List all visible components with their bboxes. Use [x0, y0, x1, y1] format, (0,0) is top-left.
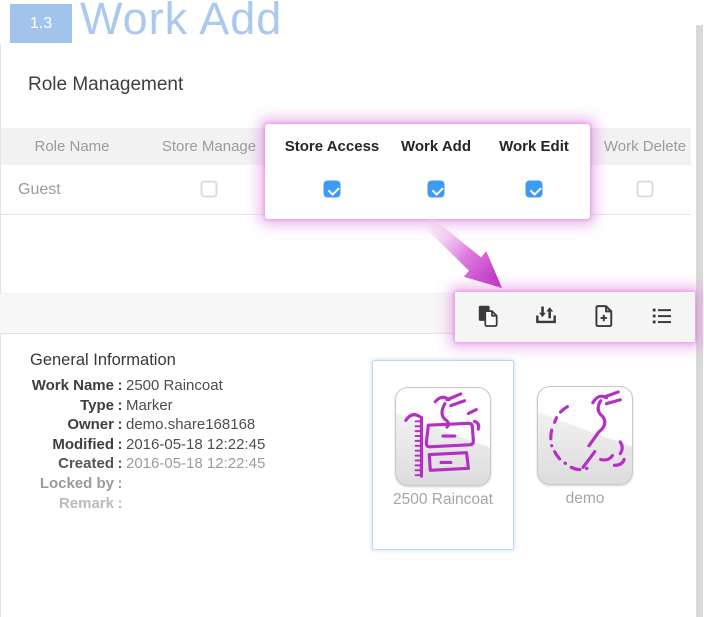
info-row-locked-by: Locked by : [28, 474, 265, 494]
info-label: Remark [28, 494, 114, 514]
column-store-manage: Store Manage [162, 128, 256, 165]
info-separator: : [114, 435, 126, 455]
vertical-scrollbar[interactable] [696, 25, 703, 617]
column-work-delete: Work Delete [604, 128, 686, 165]
checkbox-work-edit[interactable] [526, 181, 543, 198]
info-label: Locked by [28, 474, 114, 494]
general-information-panel: Work Name : 2500 Raincoat Type : Marker … [28, 376, 265, 513]
import-export-icon [533, 303, 559, 332]
work-thumbnail[interactable] [395, 387, 491, 486]
copy-button[interactable] [471, 300, 505, 334]
info-separator: : [114, 376, 126, 396]
column-role-name: Role Name [34, 128, 109, 165]
list-view-icon [649, 303, 675, 332]
info-separator: : [114, 415, 126, 435]
work-card-2500-raincoat[interactable]: 2500 Raincoat [372, 360, 514, 550]
work-label: 2500 Raincoat [373, 491, 513, 509]
section-number-badge: 1.3 [10, 4, 72, 43]
info-value: demo.share168168 [126, 415, 255, 435]
column-work-edit: Work Edit [499, 128, 569, 165]
info-value: 2500 Raincoat [126, 376, 223, 396]
list-view-button[interactable] [645, 300, 679, 334]
info-label: Created [28, 454, 114, 474]
work-label: demo [515, 490, 655, 508]
info-value: Marker [126, 396, 173, 416]
info-value: 2016-05-18 12:22:45 [126, 435, 265, 455]
work-thumbnail[interactable] [537, 386, 633, 485]
work-card-demo[interactable]: demo [515, 360, 655, 548]
info-separator: : [114, 454, 126, 474]
checkbox-store-access[interactable] [324, 181, 341, 198]
info-separator: : [114, 396, 126, 416]
info-value: 2016-05-18 12:22:45 [126, 454, 265, 474]
role-name-cell: Guest [18, 165, 61, 214]
column-store-access: Store Access [285, 128, 380, 165]
role-management-heading: Role Management [28, 74, 183, 96]
info-row-work-name: Work Name : 2500 Raincoat [28, 376, 265, 396]
add-work-icon [591, 303, 617, 332]
page-root: 1.3 Work Add Role Management Role Name S… [0, 0, 704, 617]
info-label: Modified [28, 435, 114, 455]
info-separator: : [114, 474, 126, 494]
checkbox-store-manage[interactable] [201, 181, 218, 198]
info-row-created: Created : 2016-05-18 12:22:45 [28, 454, 265, 474]
column-work-add: Work Add [401, 128, 471, 165]
info-label: Owner [28, 415, 114, 435]
page-title: Work Add [80, 0, 282, 44]
general-information-heading: General Information [30, 351, 176, 370]
info-row-remark: Remark : [28, 494, 265, 514]
info-row-owner: Owner : demo.share168168 [28, 415, 265, 435]
info-separator: : [114, 494, 126, 514]
work-toolbar [455, 292, 695, 342]
info-row-modified: Modified : 2016-05-18 12:22:45 [28, 435, 265, 455]
copy-icon [475, 303, 501, 332]
checkbox-work-add[interactable] [428, 181, 445, 198]
import-export-button[interactable] [529, 300, 563, 334]
info-label: Type [28, 396, 114, 416]
arrow-icon [415, 216, 510, 294]
add-work-button[interactable] [587, 300, 621, 334]
info-row-type: Type : Marker [28, 396, 265, 416]
checkbox-work-delete[interactable] [637, 181, 654, 198]
info-label: Work Name [28, 376, 114, 396]
